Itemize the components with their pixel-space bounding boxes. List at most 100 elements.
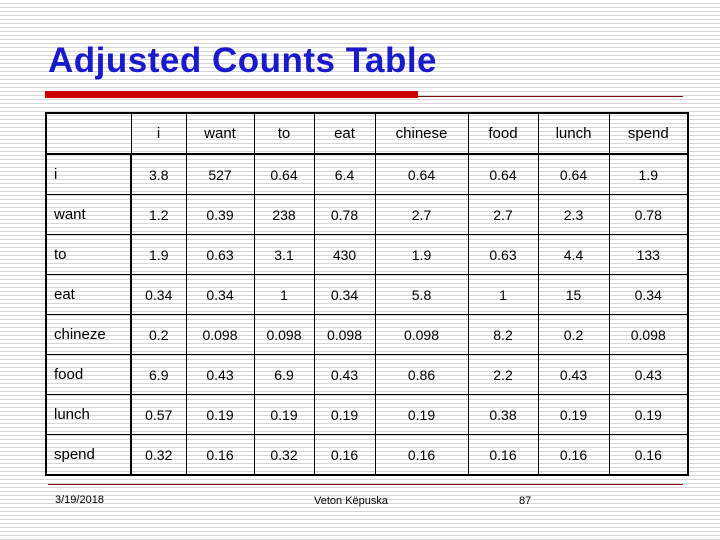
table-cell: 3.1	[253, 234, 315, 275]
column-header-food: food	[467, 112, 539, 155]
table-cell: 0.098	[185, 314, 255, 355]
table-cell: 0.19	[608, 394, 689, 435]
table-cell: 430	[313, 234, 376, 275]
table-cell: 0.64	[374, 153, 469, 195]
table-cell: 0.57	[130, 394, 187, 435]
column-header-to: to	[253, 112, 315, 155]
column-header-eat: eat	[313, 112, 376, 155]
table-cell: 3.8	[130, 153, 187, 195]
table-cell: 0.098	[608, 314, 689, 355]
table-cell: 1.9	[608, 153, 689, 195]
table-cell: 0.78	[313, 194, 376, 235]
table-cell: 0.43	[185, 354, 255, 395]
table-cell: 0.2	[130, 314, 187, 355]
table-cell: 0.34	[130, 274, 187, 315]
table-cell: 0.19	[253, 394, 315, 435]
table-cell: 133	[608, 234, 689, 275]
column-header-lunch: lunch	[537, 112, 610, 155]
table-cell: 0.86	[374, 354, 469, 395]
table-cell: 0.16	[313, 434, 376, 476]
table-cell: 0.34	[185, 274, 255, 315]
row-header-label: lunch	[45, 394, 132, 435]
table-row: lunch 0.57 0.19 0.19 0.19 0.19 0.38 0.19 0.19	[45, 394, 689, 435]
adjusted-counts-table: i want to eat chinese food lunch spend i…	[45, 112, 689, 476]
table-cell: 0.43	[608, 354, 689, 395]
table-cell: 2.3	[537, 194, 610, 235]
table-cell: 238	[253, 194, 315, 235]
column-header-spend: spend	[608, 112, 689, 155]
table-cell: 0.64	[537, 153, 610, 195]
row-header-label: chineze	[45, 314, 132, 355]
column-header-want: want	[185, 112, 255, 155]
table-row: food 6.9 0.43 6.9 0.43 0.86 2.2 0.43 0.43	[45, 354, 689, 395]
table-cell: 0.63	[185, 234, 255, 275]
table-cell: 0.16	[608, 434, 689, 476]
table-cell: 2.7	[374, 194, 469, 235]
footer-author: Veton Këpuska	[314, 495, 389, 507]
table-header-row: i want to eat chinese food lunch spend	[45, 112, 689, 155]
row-header-label: spend	[45, 434, 132, 476]
table-cell: 1.2	[130, 194, 187, 235]
table-cell: 0.098	[374, 314, 469, 355]
table-cell: 0.19	[185, 394, 255, 435]
table-cell: 5.8	[374, 274, 469, 315]
table-cell: 0.64	[467, 153, 539, 195]
table-cell: 4.4	[537, 234, 610, 275]
table-row: eat 0.34 0.34 1 0.34 5.8 1 15 0.34	[45, 274, 689, 315]
column-header-i: i	[130, 112, 187, 155]
footer-page-number: 87	[519, 495, 532, 507]
table-row: i 3.8 527 0.64 6.4 0.64 0.64 0.64 1.9	[45, 153, 689, 195]
table-cell: 2.2	[467, 354, 539, 395]
page-title: Adjusted Counts Table	[48, 41, 438, 80]
table-cell: 0.64	[253, 153, 315, 195]
footer-rule	[48, 484, 683, 485]
table-cell: 0.16	[537, 434, 610, 476]
table-cell: 0.43	[313, 354, 376, 395]
table-cell: 6.9	[130, 354, 187, 395]
table-cell: 0.34	[313, 274, 376, 315]
footer-date: 3/19/2018	[55, 494, 104, 506]
table-cell: 15	[537, 274, 610, 315]
row-header-label: food	[45, 354, 132, 395]
row-header-label: i	[45, 153, 132, 195]
slide-canvas: Adjusted Counts Table i want to eat chin…	[0, 0, 720, 540]
table-cell: 527	[185, 153, 255, 195]
table-cell: 0.43	[537, 354, 610, 395]
table-cell: 0.16	[467, 434, 539, 476]
table-cell: 2.7	[467, 194, 539, 235]
table-cell: 0.16	[185, 434, 255, 476]
table-cell: 0.78	[608, 194, 689, 235]
table-row: want 1.2 0.39 238 0.78 2.7 2.7 2.3 0.78	[45, 194, 689, 235]
table-cell: 0.19	[537, 394, 610, 435]
table-cell: 1	[467, 274, 539, 315]
table-cell: 6.9	[253, 354, 315, 395]
table-row: spend 0.32 0.16 0.32 0.16 0.16 0.16 0.16 0.16	[45, 434, 689, 476]
table-cell: 0.2	[537, 314, 610, 355]
table-cell: 0.39	[185, 194, 255, 235]
table-row: to 1.9 0.63 3.1 430 1.9 0.63 4.4 133	[45, 234, 689, 275]
table-row: chineze 0.2 0.098 0.098 0.098 0.098 8.2 0.2 0.09…	[45, 314, 689, 355]
table-cell: 0.63	[467, 234, 539, 275]
table-corner-header	[45, 112, 132, 155]
row-header-label: eat	[45, 274, 132, 315]
table-cell: 0.32	[253, 434, 315, 476]
table-body: i 3.8 527 0.64 6.4 0.64 0.64 0.64 1.9 want 1.2 0.39…	[45, 153, 689, 476]
table-cell: 6.4	[313, 153, 376, 195]
table-cell: 0.34	[608, 274, 689, 315]
row-header-label: to	[45, 234, 132, 275]
table-cell: 0.098	[313, 314, 376, 355]
table-cell: 8.2	[467, 314, 539, 355]
table-header: i want to eat chinese food lunch spend	[45, 112, 689, 155]
table-cell: 1.9	[374, 234, 469, 275]
table-cell: 1.9	[130, 234, 187, 275]
table-cell: 0.19	[313, 394, 376, 435]
table-cell: 0.098	[253, 314, 315, 355]
table-cell: 0.19	[374, 394, 469, 435]
table-cell: 0.38	[467, 394, 539, 435]
table-cell: 0.16	[374, 434, 469, 476]
table-cell: 0.32	[130, 434, 187, 476]
column-header-chinese: chinese	[374, 112, 469, 155]
row-header-label: want	[45, 194, 132, 235]
title-accent-bar	[45, 91, 418, 98]
table-cell: 1	[253, 274, 315, 315]
